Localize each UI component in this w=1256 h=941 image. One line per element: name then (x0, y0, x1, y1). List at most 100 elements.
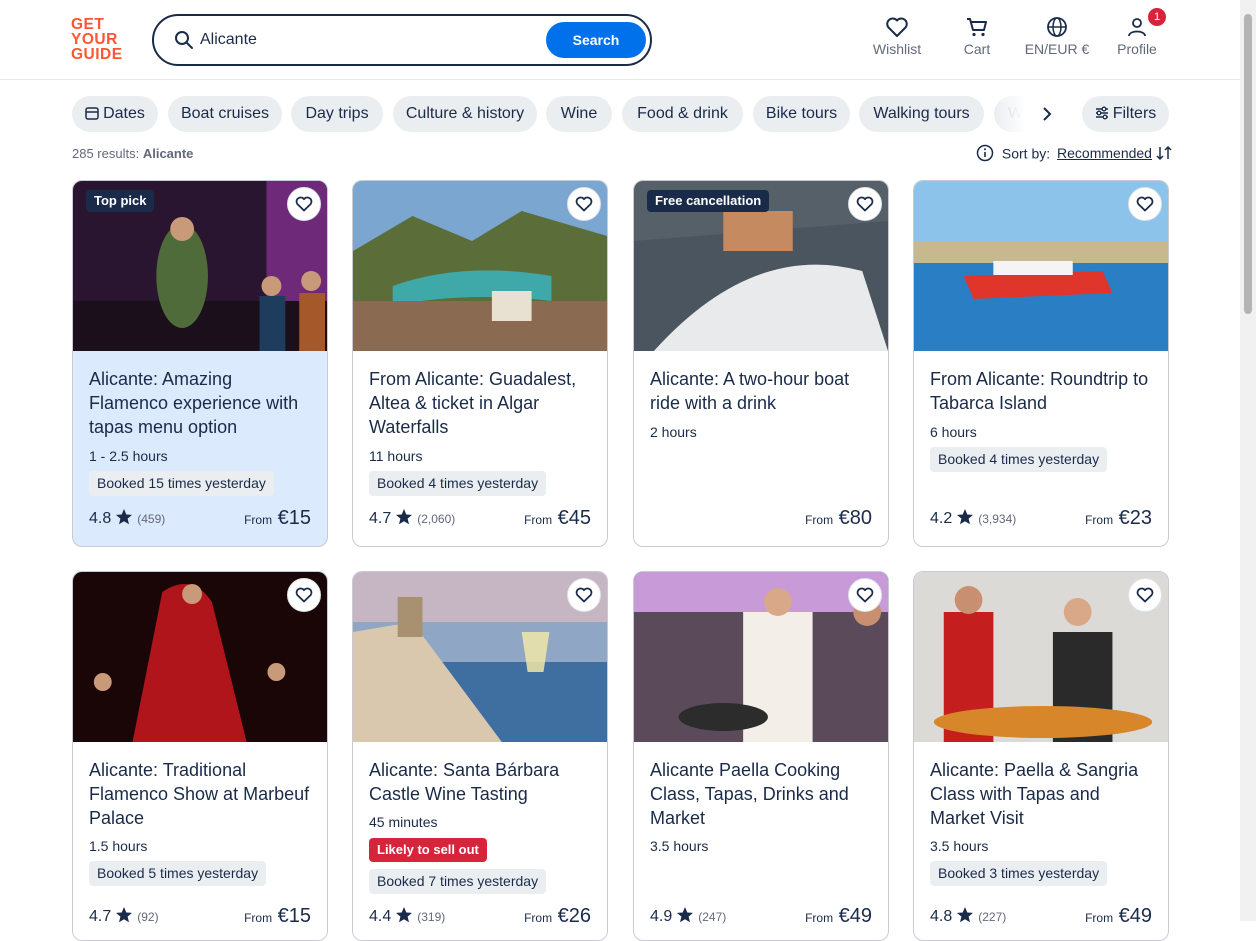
filters-label: Filters (1112, 105, 1157, 122)
heart-icon (295, 196, 313, 212)
free-cancellation-tag: Free cancellation (647, 190, 770, 212)
category-chips: Dates Boat cruises Day trips Culture & h… (72, 96, 1172, 132)
activity-card[interactable]: From Alicante: Roundtrip to Tabarca Isla… (913, 180, 1169, 547)
profile-link[interactable]: Profile 1 (1114, 8, 1166, 64)
activity-rating: 4.8 (459) (89, 508, 165, 528)
price-value: €49 (1118, 905, 1152, 927)
rating-value: 4.4 (369, 908, 392, 925)
activity-card[interactable]: From Alicante: Guadalest, Altea & ticket… (352, 180, 608, 547)
heart-icon (575, 196, 593, 212)
activity-rating: 4.9 (247) (650, 906, 726, 926)
language-currency-link[interactable]: EN/EUR € (1020, 16, 1094, 64)
activity-title[interactable]: Alicante: Amazing Flamenco experience wi… (89, 367, 315, 439)
activity-price: From €15 (244, 507, 311, 530)
activity-card[interactable]: Free cancellation Alicante: A two-hour b… (633, 180, 889, 547)
activity-card[interactable]: Alicante: Paella & Sangria Class with Ta… (913, 571, 1169, 941)
activity-title[interactable]: Alicante Paella Cooking Class, Tapas, Dr… (650, 758, 876, 830)
heart-icon (295, 587, 313, 603)
activity-title[interactable]: From Alicante: Roundtrip to Tabarca Isla… (930, 367, 1156, 415)
wishlist-button[interactable] (287, 578, 321, 612)
heart-icon (886, 17, 908, 37)
wishlist-button[interactable] (1128, 578, 1162, 612)
chip-label: Food & drink (637, 105, 728, 122)
chip-label: Culture & history (405, 105, 525, 122)
activity-card[interactable]: Alicante: Traditional Flamenco Show at M… (72, 571, 328, 941)
price-from-label: From (524, 513, 553, 527)
results-count: 285 results: Alicante (72, 146, 193, 161)
chip-label: Walking tours (873, 105, 970, 122)
price-from-label: From (244, 911, 273, 925)
chip-label: Day trips (305, 105, 369, 122)
chip-bike-tours[interactable]: Bike tours (753, 96, 850, 132)
rating-value: 4.9 (650, 908, 673, 925)
wishlist-label: Wishlist (872, 41, 922, 57)
activity-duration: 1 - 2.5 hours (89, 448, 168, 464)
chip-day-trips[interactable]: Day trips (291, 96, 383, 132)
review-count: (247) (698, 910, 727, 924)
getyourguide-logo[interactable]: GET YOUR GUIDE (71, 17, 131, 63)
wishlist-button[interactable] (1128, 187, 1162, 221)
search-button[interactable]: Search (546, 22, 646, 58)
activity-title[interactable]: Alicante: A two-hour boat ride with a dr… (650, 367, 876, 415)
top-pick-tag: Top pick (86, 190, 155, 212)
chip-label: Boat cruises (180, 105, 270, 122)
chip-wine[interactable]: Wine (546, 96, 612, 132)
booked-badge: Booked 3 times yesterday (930, 861, 1108, 886)
wishlist-button[interactable] (567, 578, 601, 612)
wishlist-link[interactable]: Wishlist (870, 16, 924, 64)
wishlist-button[interactable] (848, 187, 882, 221)
activity-title[interactable]: Alicante: Paella & Sangria Class with Ta… (930, 758, 1156, 830)
cart-link[interactable]: Cart (958, 16, 996, 64)
review-count: (459) (137, 512, 166, 526)
activity-price: From €15 (244, 905, 311, 928)
page-scrollbar[interactable] (1240, 0, 1256, 921)
chip-culture-history[interactable]: Culture & history (393, 96, 537, 132)
filters-button[interactable]: Filters (1082, 96, 1169, 132)
cart-label: Cart (963, 41, 991, 57)
activity-price: From €49 (1085, 905, 1152, 928)
sort-value[interactable]: Recommended (1057, 145, 1152, 161)
rating-value: 4.2 (930, 510, 953, 527)
booked-badge: Booked 4 times yesterday (369, 471, 547, 496)
chip-boat-cruises[interactable]: Boat cruises (168, 96, 282, 132)
heart-icon (575, 587, 593, 603)
search-icon (175, 31, 193, 49)
booked-badge: Booked 15 times yesterday (89, 471, 274, 496)
chip-food-drink[interactable]: Food & drink (622, 96, 743, 132)
wishlist-button[interactable] (848, 578, 882, 612)
chip-dates[interactable]: Dates (72, 96, 158, 132)
results-count-text: 285 results: (72, 146, 140, 161)
profile-icon (1128, 18, 1146, 37)
globe-icon (1047, 17, 1067, 37)
notification-badge: 1 (1148, 8, 1166, 26)
wishlist-button[interactable] (287, 187, 321, 221)
chevron-right-icon[interactable] (1042, 107, 1052, 121)
wishlist-button[interactable] (567, 187, 601, 221)
search-bar: Search (152, 14, 652, 66)
activity-title[interactable]: Alicante: Traditional Flamenco Show at M… (89, 758, 315, 830)
activity-price: From €49 (805, 905, 872, 928)
logo-line-2: YOUR (71, 31, 118, 48)
activity-title[interactable]: From Alicante: Guadalest, Altea & ticket… (369, 367, 595, 439)
activity-duration: 11 hours (369, 448, 423, 464)
activity-card[interactable]: Alicante: Santa Bárbara Castle Wine Tast… (352, 571, 608, 941)
activity-card[interactable]: Top pick Alicante: Amazing Flamenco expe… (72, 180, 328, 547)
booked-badge: Booked 4 times yesterday (930, 447, 1108, 472)
info-icon[interactable] (976, 144, 994, 162)
activity-price: From €23 (1085, 507, 1152, 530)
price-from-label: From (1085, 911, 1114, 925)
activity-duration: 1.5 hours (89, 838, 148, 854)
activity-card[interactable]: Alicante Paella Cooking Class, Tapas, Dr… (633, 571, 889, 941)
chip-label: Bike tours (765, 105, 838, 122)
star-icon (116, 509, 133, 525)
review-count: (2,060) (417, 512, 456, 526)
activity-title[interactable]: Alicante: Santa Bárbara Castle Wine Tast… (369, 758, 595, 806)
price-value: €45 (557, 507, 591, 529)
price-value: €49 (838, 905, 872, 927)
activity-rating: 4.7 (92) (89, 906, 159, 926)
scrollbar-thumb[interactable] (1244, 14, 1252, 314)
chip-walking-tours[interactable]: Walking tours (859, 96, 984, 132)
search-input[interactable] (200, 28, 530, 52)
sort-control[interactable]: Sort by: Recommended (976, 144, 1172, 164)
star-icon (396, 509, 413, 525)
